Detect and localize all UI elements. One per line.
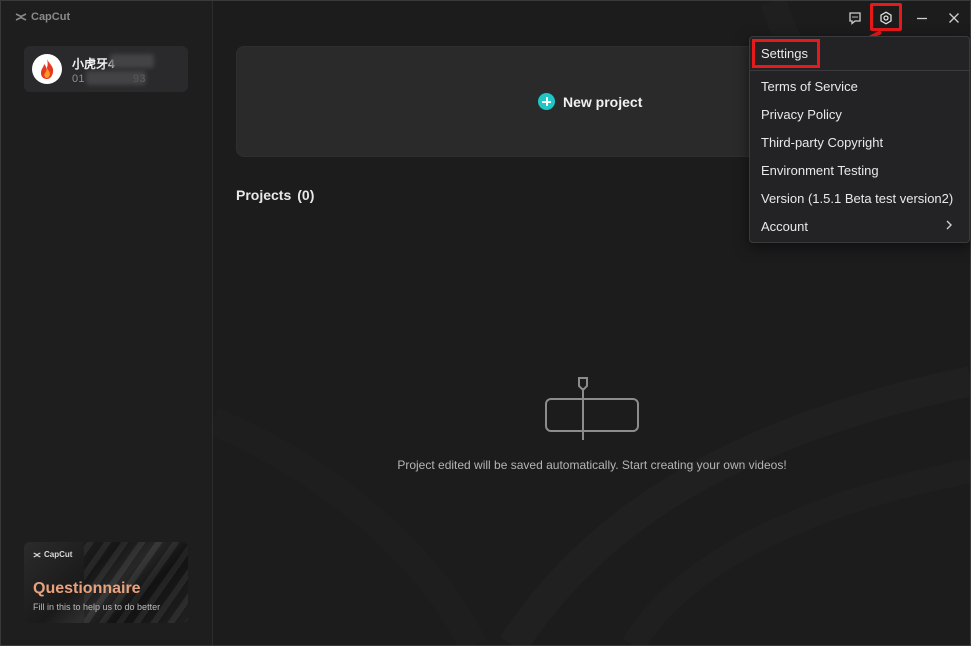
redaction-blur (110, 54, 154, 68)
projects-label: Projects (236, 187, 292, 203)
minimize-icon (917, 17, 927, 20)
plus-icon (538, 93, 555, 110)
feedback-button[interactable] (844, 7, 866, 29)
questionnaire-subtitle: Fill in this to help us to do better (33, 602, 161, 612)
settings-menu: Settings Terms of Service Privacy Policy… (749, 36, 970, 243)
menu-item-third-party[interactable]: Third-party Copyright (761, 133, 883, 153)
menu-item-terms[interactable]: Terms of Service (761, 77, 858, 97)
close-button[interactable] (943, 7, 965, 29)
menu-item-settings[interactable]: Settings (761, 44, 808, 64)
projects-heading: Projects (0) (236, 187, 314, 203)
empty-state-message: Project edited will be saved automatical… (397, 458, 787, 472)
banner-logo-text: CapCut (44, 550, 73, 559)
new-project-content[interactable]: New project (538, 93, 642, 110)
redaction-blur (86, 71, 146, 85)
banner-logo: CapCut (33, 550, 72, 559)
questionnaire-banner[interactable]: CapCut Questionnaire Fill in this to hel… (24, 542, 188, 623)
capcut-logo-icon (15, 13, 27, 21)
menu-item-environment[interactable]: Environment Testing (761, 161, 879, 181)
app-logo: CapCut (15, 11, 70, 23)
feedback-icon (849, 12, 861, 25)
questionnaire-title: Questionnaire (33, 580, 141, 597)
app-logo-text: CapCut (31, 11, 71, 23)
capcut-logo-icon (33, 551, 41, 558)
menu-divider (750, 70, 969, 71)
close-icon (949, 13, 959, 23)
menu-item-version[interactable]: Version (1.5.1 Beta test version2) (761, 189, 953, 209)
sidebar: CapCut 小虎牙4 0193 CapCut Questionna (1, 1, 213, 645)
new-project-label: New project (563, 93, 643, 110)
minimize-button[interactable] (911, 7, 933, 29)
app-window: CapCut 小虎牙4 0193 CapCut Questionna (0, 0, 971, 646)
menu-item-account[interactable]: Account (761, 217, 808, 237)
user-name: 小虎牙4 (72, 57, 115, 71)
avatar (32, 54, 62, 84)
settings-highlight (870, 3, 902, 31)
user-card[interactable]: 小虎牙4 0193 (24, 46, 188, 92)
menu-item-privacy[interactable]: Privacy Policy (761, 105, 842, 125)
empty-timeline-icon (545, 377, 639, 440)
flame-icon (40, 59, 54, 79)
projects-count: (0) (297, 187, 315, 203)
new-project-card[interactable]: New project (236, 46, 768, 157)
chevron-right-icon (946, 220, 952, 230)
